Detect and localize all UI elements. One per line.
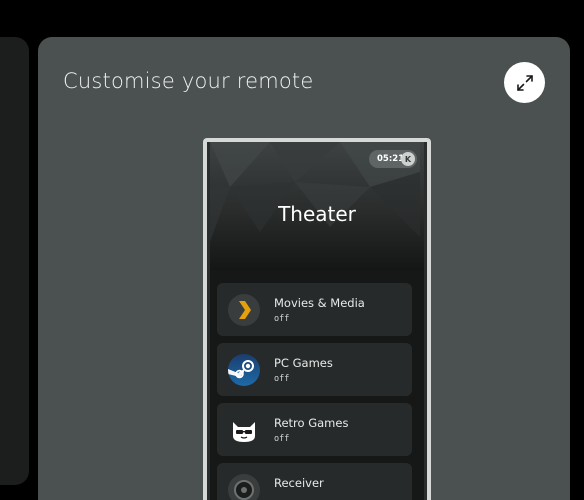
activity-state: off [274,434,290,444]
activity-name: Movies & Media [274,296,365,310]
plex-chevron-icon [228,294,260,326]
status-pill: 05:21 K [369,150,417,168]
status-time: 05:21 [377,154,405,164]
activity-card-receiver[interactable]: Receiver [217,463,412,500]
activity-state: off [274,374,290,384]
activity-name: PC Games [274,356,333,370]
receiver-icon [228,474,260,500]
card-title: Customise your remote [63,69,314,93]
customise-remote-card: Customise your remote 05:21 K Theater Mo… [38,37,570,500]
activity-list: Movies & Media off PC Games off Retro Ga… [217,283,412,500]
activity-card-pc-games[interactable]: PC Games off [217,343,412,396]
cat-mascot-icon [228,414,260,446]
activity-state: off [274,314,290,324]
side-panel [0,37,29,485]
activity-name: Retro Games [274,416,349,430]
hero-banner: 05:21 K Theater [210,142,424,270]
activity-card-retro-games[interactable]: Retro Games off [217,403,412,456]
remote-preview-frame: 05:21 K Theater Movies & Media off PC Ga… [203,138,431,500]
remote-preview-screen: 05:21 K Theater Movies & Media off PC Ga… [207,142,427,500]
expand-button[interactable] [504,62,545,103]
steam-icon [228,354,260,386]
room-title: Theater [278,202,356,226]
activity-name: Receiver [274,476,324,490]
activity-card-movies-media[interactable]: Movies & Media off [217,283,412,336]
expand-arrows-icon [516,74,533,91]
user-avatar[interactable]: K [401,152,415,166]
